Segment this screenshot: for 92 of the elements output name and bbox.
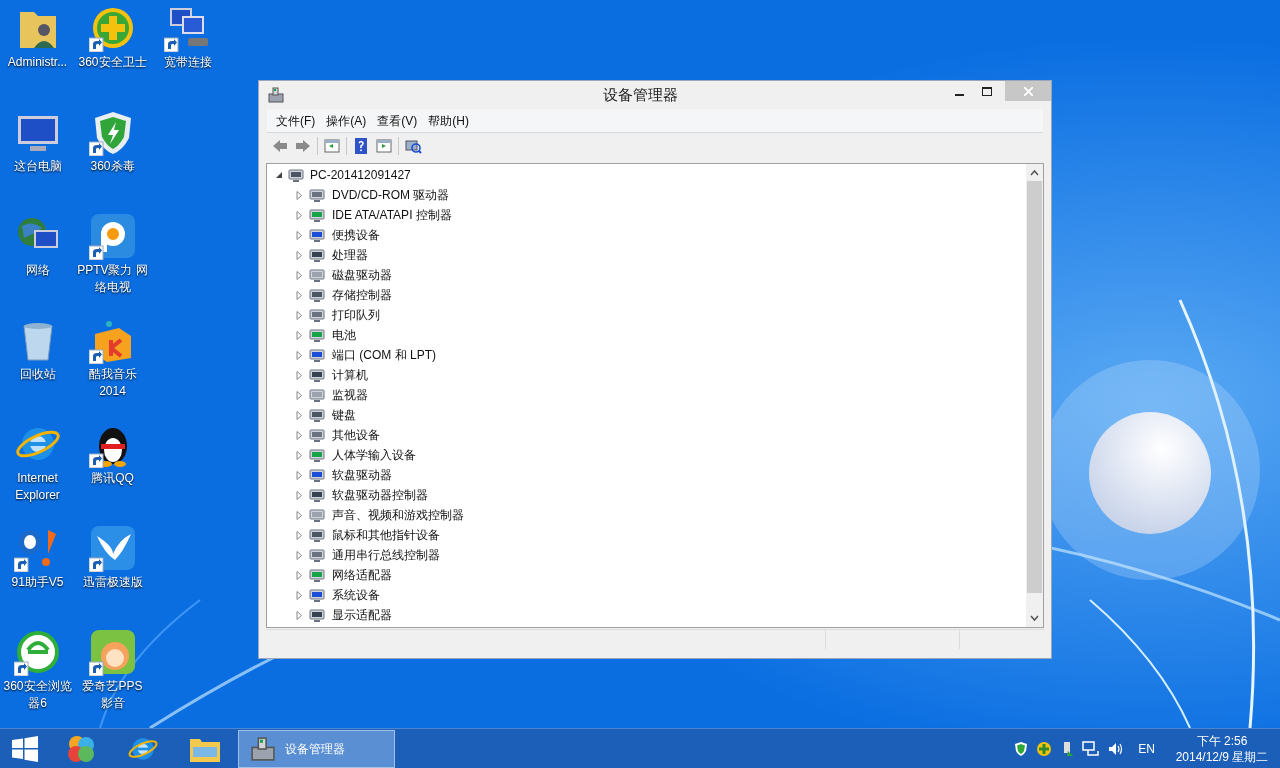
device-icon bbox=[309, 447, 325, 463]
device-icon bbox=[309, 427, 325, 443]
maximize-icon bbox=[982, 86, 992, 96]
menu-item[interactable]: 帮助(H) bbox=[427, 111, 470, 130]
tree-item[interactable]: 键盘 bbox=[332, 406, 356, 424]
plus-circle-icon[interactable] bbox=[1036, 740, 1053, 757]
cartoon-app-icon[interactable] bbox=[88, 628, 137, 676]
tree-item[interactable]: 网络适配器 bbox=[332, 566, 392, 584]
icon-label[interactable]: 回收站 bbox=[0, 366, 75, 383]
icon-label[interactable]: Internet Explorer bbox=[0, 470, 75, 504]
device-icon bbox=[309, 467, 325, 483]
show-pane-icon[interactable] bbox=[323, 137, 341, 155]
device-icon bbox=[309, 527, 325, 543]
tree-item[interactable]: DVD/CD-ROM 驱动器 bbox=[332, 186, 450, 204]
device-icon bbox=[309, 307, 325, 323]
menu-item[interactable]: 查看(V) bbox=[376, 111, 419, 130]
device-icon bbox=[309, 287, 325, 303]
icon-label[interactable]: 迅雷极速版 bbox=[75, 574, 150, 591]
ring-browser-icon[interactable] bbox=[13, 628, 62, 676]
tree-item[interactable]: 软盘驱动器控制器 bbox=[332, 486, 428, 504]
tree-item[interactable]: 显示适配器 bbox=[332, 606, 392, 624]
icon-label[interactable]: PPTV聚力 网络电视 bbox=[75, 262, 150, 296]
player-app-icon[interactable] bbox=[88, 212, 137, 260]
scrollbar-thumb[interactable] bbox=[1027, 181, 1042, 593]
clock-time: 下午 2:56 bbox=[1196, 732, 1248, 749]
bird-app-icon[interactable] bbox=[88, 524, 137, 572]
device-icon bbox=[309, 607, 325, 623]
device-icon bbox=[309, 567, 325, 583]
close-icon bbox=[1023, 86, 1033, 96]
icon-label[interactable]: 360安全浏览器6 bbox=[0, 678, 75, 712]
device-icon bbox=[288, 167, 304, 183]
device-manager-icon bbox=[249, 734, 277, 763]
icon-label[interactable]: 91助手V5 bbox=[0, 574, 75, 591]
clock[interactable]: 下午 2:56 2014/12/9 星期二 bbox=[1172, 732, 1272, 765]
device-icon bbox=[309, 507, 325, 523]
scan-hardware-icon[interactable] bbox=[404, 137, 422, 155]
network-icon[interactable] bbox=[1082, 740, 1101, 757]
action-pane-icon[interactable] bbox=[375, 137, 393, 155]
icon-label[interactable]: 360安全卫士 bbox=[75, 54, 150, 71]
icon-label[interactable]: 这台电脑 bbox=[0, 158, 75, 175]
windows-start-icon bbox=[12, 735, 38, 762]
clock-date: 2014/12/9 星期二 bbox=[1175, 748, 1269, 765]
tree-item[interactable]: 软盘驱动器 bbox=[332, 466, 392, 484]
tree-item[interactable]: 便携设备 bbox=[332, 226, 380, 244]
icon-label[interactable]: 宽带连接 bbox=[150, 54, 225, 71]
icon-label[interactable]: 网络 bbox=[0, 262, 75, 279]
device-icon bbox=[309, 327, 325, 343]
window-title: 设备管理器 bbox=[601, 84, 679, 105]
tree-item[interactable]: 打印队列 bbox=[332, 306, 380, 324]
tree-item[interactable]: 声音、视频和游戏控制器 bbox=[332, 506, 464, 524]
device-icon bbox=[309, 387, 325, 403]
minimize-icon bbox=[954, 94, 964, 96]
device-icon bbox=[309, 587, 325, 603]
forward-arrow-icon[interactable] bbox=[294, 137, 312, 155]
device-icon bbox=[309, 267, 325, 283]
scrollbar[interactable] bbox=[1026, 164, 1043, 627]
tree-item[interactable]: 电池 bbox=[332, 326, 356, 344]
help-icon[interactable] bbox=[352, 137, 370, 155]
device-icon bbox=[309, 227, 325, 243]
tree-item[interactable]: 其他设备 bbox=[332, 426, 380, 444]
tree-item[interactable]: PC-201412091427 bbox=[310, 166, 411, 184]
icon-label[interactable]: 腾讯QQ bbox=[75, 470, 150, 487]
expander-icon[interactable] bbox=[275, 170, 284, 180]
device-icon bbox=[309, 207, 325, 223]
tree-item[interactable]: 处理器 bbox=[332, 246, 368, 264]
language-indicator[interactable]: EN bbox=[1138, 739, 1155, 758]
tree-item[interactable]: 人体学输入设备 bbox=[332, 446, 416, 464]
tree-item[interactable]: 端口 (COM 和 LPT) bbox=[332, 346, 436, 364]
icon-label[interactable]: Administr... bbox=[0, 54, 75, 71]
device-icon bbox=[309, 407, 325, 423]
menu-item[interactable]: 文件(F) bbox=[275, 111, 317, 130]
device-icon bbox=[309, 187, 325, 203]
icon-label[interactable]: 爱奇艺PPS 影音 bbox=[75, 678, 150, 712]
tree-item[interactable]: 鼠标和其他指针设备 bbox=[332, 526, 440, 544]
device-icon bbox=[309, 487, 325, 503]
device-icon bbox=[309, 347, 325, 363]
tree-item[interactable]: IDE ATA/ATAPI 控制器 bbox=[332, 206, 452, 224]
shield-icon[interactable] bbox=[1013, 740, 1030, 757]
tree-item[interactable]: 存储控制器 bbox=[332, 286, 392, 304]
tree-item[interactable]: 通用串行总线控制器 bbox=[332, 546, 440, 564]
tree-item[interactable]: 系统设备 bbox=[332, 586, 380, 604]
menu-item[interactable]: 操作(A) bbox=[325, 111, 368, 130]
icon-label[interactable]: 360杀毒 bbox=[75, 158, 150, 175]
back-arrow-icon[interactable] bbox=[271, 137, 289, 155]
tree-item[interactable]: 计算机 bbox=[332, 366, 368, 384]
icon-label[interactable]: 酷我音乐 2014 bbox=[75, 366, 150, 400]
device-icon bbox=[309, 547, 325, 563]
device-icon bbox=[309, 247, 325, 263]
device-manager-icon bbox=[267, 86, 285, 104]
tree-item[interactable]: 磁盘驱动器 bbox=[332, 266, 392, 284]
device-icon bbox=[309, 367, 325, 383]
tree-item[interactable]: 监视器 bbox=[332, 386, 368, 404]
